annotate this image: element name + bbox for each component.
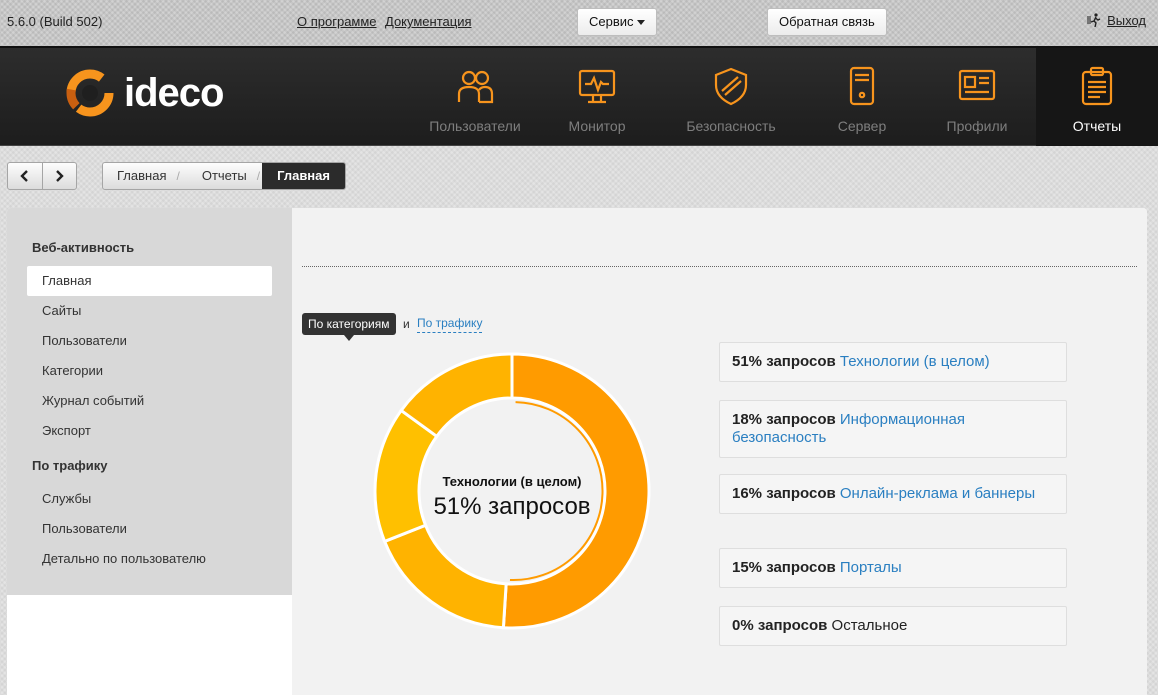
server-icon [849, 66, 875, 106]
legend-category-link[interactable]: Онлайн-реклама и баннеры [840, 485, 1035, 502]
donut-slice[interactable] [501, 352, 651, 630]
shield-icon [714, 67, 748, 106]
main-navbar: ideco Пользователи Монитор Безопасность … [0, 46, 1158, 146]
donut-slice[interactable] [382, 523, 508, 630]
sidebar-item-export[interactable]: Экспорт [27, 416, 272, 446]
back-button[interactable] [8, 163, 42, 189]
profiles-icon [958, 69, 996, 101]
tab-by-traffic[interactable]: По трафику [417, 316, 483, 333]
nav-monitor[interactable]: Монитор [536, 48, 658, 146]
sidebar-item-event-log[interactable]: Журнал событий [27, 386, 272, 416]
legend-category-text: Остальное [831, 617, 908, 634]
service-button-label: Сервис [589, 14, 634, 29]
main-panel: Веб-активность Главная Сайты Пользовател… [7, 208, 1147, 695]
breadcrumb-separator: / [256, 169, 261, 183]
about-link[interactable]: О программе [297, 14, 377, 29]
caret-down-icon [636, 20, 645, 26]
legend-percent: 51% запросов [732, 353, 836, 370]
top-bar: 5.6.0 (Build 502) О программе Документац… [0, 0, 1158, 46]
breadcrumb-current: Главная [262, 163, 345, 189]
ideco-logo-icon [66, 69, 114, 117]
nav-label: Сервер [837, 118, 887, 134]
nav-security[interactable]: Безопасность [670, 48, 792, 146]
sidebar: Веб-активность Главная Сайты Пользовател… [7, 208, 292, 595]
sidebar-item-sites[interactable]: Сайты [27, 296, 272, 326]
sidebar-item-services[interactable]: Службы [27, 484, 272, 514]
breadcrumb-item[interactable]: Главная [103, 163, 180, 189]
ideco-logo[interactable]: ideco [64, 67, 224, 119]
donut-chart-svg [373, 352, 651, 630]
legend-percent: 15% запросов [732, 559, 836, 576]
exit-icon [1087, 13, 1101, 28]
history-arrows [7, 162, 77, 190]
service-dropdown-button[interactable]: Сервис [577, 8, 657, 36]
sidebar-item-user-detail[interactable]: Детально по пользователю [27, 544, 272, 574]
donut-chart: Технологии (в целом) 51% запросов [367, 346, 657, 636]
sidebar-item-users[interactable]: Пользователи [27, 326, 272, 356]
reports-icon [1081, 66, 1113, 106]
forward-button[interactable] [41, 163, 77, 189]
legend-category-link[interactable]: Технологии (в целом) [840, 353, 990, 370]
legend-item[interactable]: 0% запросов Остальное [719, 606, 1067, 646]
sidebar-section-traffic: По трафику [32, 458, 108, 473]
nav-label: Монитор [568, 118, 626, 134]
nav-server[interactable]: Сервер [801, 48, 923, 146]
legend-percent: 0% запросов [732, 617, 828, 634]
users-icon [457, 70, 494, 104]
logout-link[interactable]: Выход [1087, 13, 1146, 28]
sidebar-item-categories[interactable]: Категории [27, 356, 272, 386]
logout-label: Выход [1107, 13, 1146, 28]
chevron-left-icon [20, 170, 28, 182]
legend-item[interactable]: 16% запросов Онлайн-реклама и баннеры [719, 474, 1067, 514]
dotted-divider [302, 266, 1137, 267]
legend-item[interactable]: 18% запросов Информационная безопасность [719, 400, 1067, 458]
legend-item[interactable]: 15% запросов Порталы [719, 548, 1067, 588]
chevron-right-icon [56, 170, 64, 182]
tabs-conjunction: и [403, 317, 410, 331]
sidebar-item-traffic-users[interactable]: Пользователи [27, 514, 272, 544]
docs-link[interactable]: Документация [385, 14, 472, 29]
feedback-button[interactable]: Обратная связь [767, 8, 887, 36]
nav-label: Пользователи [429, 118, 521, 134]
legend-percent: 18% запросов [732, 411, 836, 428]
version-label: 5.6.0 (Build 502) [7, 14, 103, 29]
logo-text: ideco [124, 70, 224, 115]
donut-slice[interactable] [399, 352, 514, 439]
legend-item[interactable]: 51% запросов Технологии (в целом) [719, 342, 1067, 382]
tab-by-category[interactable]: По категориям [302, 313, 396, 341]
nav-users[interactable]: Пользователи [414, 48, 536, 146]
nav-reports[interactable]: Отчеты [1036, 48, 1158, 146]
nav-label: Безопасность [686, 118, 776, 134]
nav-label: Отчеты [1072, 118, 1122, 134]
monitor-icon [578, 69, 616, 104]
sidebar-section-web-activity: Веб-активность [32, 240, 135, 255]
legend-percent: 16% запросов [732, 485, 836, 502]
breadcrumb-item[interactable]: Отчеты [176, 163, 261, 189]
sidebar-item-home[interactable]: Главная [27, 266, 272, 296]
nav-profiles[interactable]: Профили [916, 48, 1038, 146]
nav-label: Профили [946, 118, 1008, 134]
breadcrumb: Главная / Отчеты / Главная [102, 162, 346, 190]
legend-category-link[interactable]: Порталы [840, 559, 902, 576]
